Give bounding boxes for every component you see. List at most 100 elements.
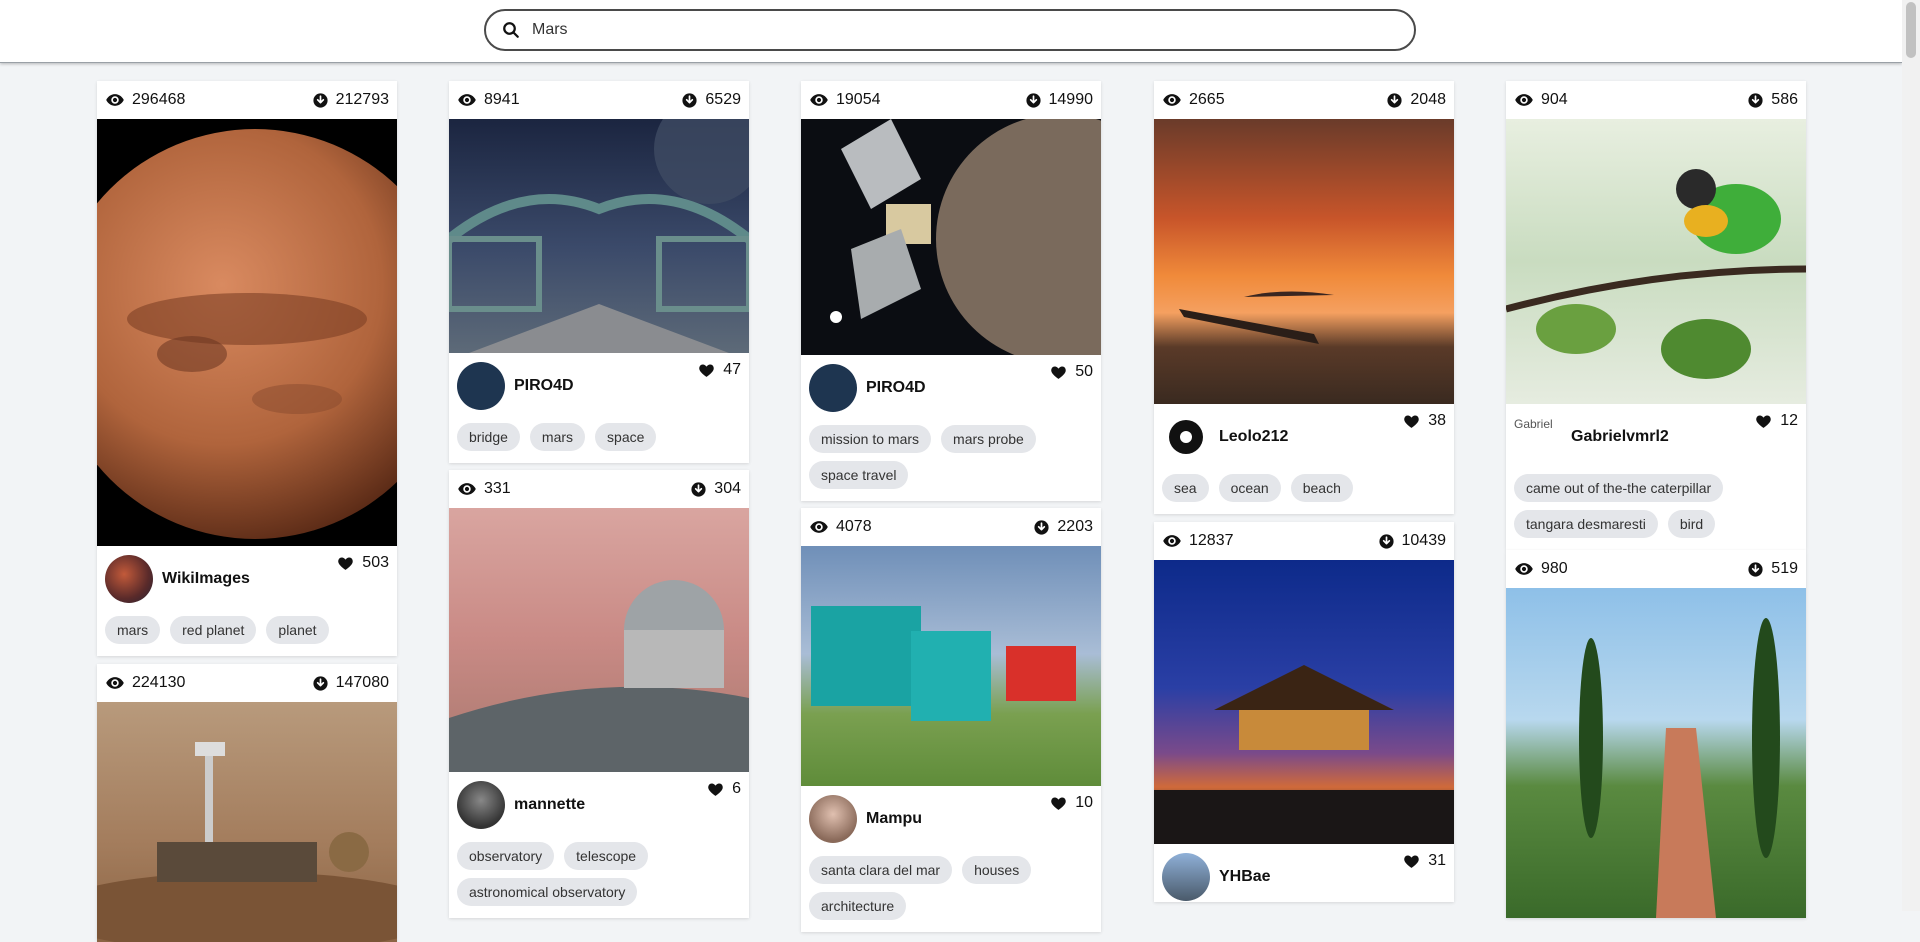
search-icon [503,22,519,38]
view-count: 296468 [132,91,186,108]
search-bar[interactable] [484,9,1416,51]
heart-icon [1755,413,1772,430]
likes[interactable]: 50 [1050,363,1093,381]
author-name[interactable]: YHBae [1219,868,1271,886]
author-name[interactable]: Mampu [866,810,922,828]
tag-list: bridge mars space [457,411,741,463]
card-image[interactable] [449,119,749,353]
tag[interactable]: space travel [809,461,909,489]
card-image[interactable] [449,508,749,772]
tag[interactable]: bird [1667,510,1716,538]
download-count: 2203 [1057,518,1093,535]
likes[interactable]: 12 [1755,412,1798,430]
likes[interactable]: 38 [1403,412,1446,430]
like-count: 31 [1428,852,1446,869]
image-card[interactable]: 8941 6529 PIRO4D 47 bridge mars space [449,81,749,463]
bird-image [1506,169,1806,379]
avatar [809,795,857,843]
tag[interactable]: sea [1162,474,1209,502]
card-image[interactable] [1506,119,1806,404]
sunset-pier-image [1179,291,1334,344]
tag[interactable]: mars [105,616,161,644]
author-name[interactable]: Leolo212 [1219,428,1288,446]
like-count: 38 [1428,412,1446,429]
author-name[interactable]: mannette [514,796,585,814]
author-name[interactable]: WikiImages [162,570,250,588]
tag[interactable]: space [595,423,657,451]
tag[interactable]: santa clara del mar [809,856,953,884]
tag[interactable]: beach [1290,474,1353,502]
tag[interactable]: telescope [564,842,649,870]
tag[interactable]: astronomical observatory [457,878,638,906]
avatar [1162,413,1210,461]
card-stats: 224130 147080 [97,664,397,702]
card-meta: YHBae 31 [1154,844,1454,902]
eye-icon [809,517,829,537]
eye-icon [457,90,477,110]
tag[interactable]: planet [266,616,329,644]
like-count: 12 [1780,412,1798,429]
image-card[interactable]: 980 519 [1506,550,1806,918]
card-image[interactable] [97,702,397,942]
card-image[interactable] [1154,119,1454,404]
tag[interactable]: mission to mars [809,425,932,453]
tag[interactable]: tangara desmaresti [1514,510,1658,538]
likes[interactable]: 503 [337,554,389,572]
tag[interactable]: ocean [1218,474,1281,502]
card-meta: mannette 6 observatory telescope astrono… [449,772,749,918]
download-icon [1378,533,1395,550]
card-image[interactable] [97,119,397,546]
tag[interactable]: houses [962,856,1032,884]
likes[interactable]: 47 [698,361,741,379]
houses-image [811,606,1076,721]
eye-icon [1514,90,1534,110]
image-card[interactable]: 2665 2048 Leolo212 38 sea ocean beach [1154,81,1454,514]
card-meta: PIRO4D 47 bridge mars space [449,353,749,463]
tag[interactable]: mars [529,423,586,451]
tag[interactable]: observatory [457,842,555,870]
card-stats: 904 586 [1506,81,1806,119]
download-count: 147080 [335,674,389,691]
image-card[interactable]: 224130 147080 [97,664,397,942]
eye-icon [1162,531,1182,551]
likes[interactable]: 31 [1403,852,1446,870]
author[interactable]: mannette [457,780,741,830]
tag[interactable]: bridge [457,423,520,451]
likes[interactable]: 10 [1050,794,1093,812]
tag[interactable]: mars probe [941,425,1036,453]
eye-icon [1162,90,1182,110]
author-name[interactable]: Gabrielvmrl2 [1571,428,1669,446]
tag[interactable]: came out of the-the caterpillar [1514,474,1724,502]
mars-rover-image [97,742,397,942]
search-input[interactable] [530,20,1384,40]
tag-list: mission to mars mars probe space travel [809,413,1093,501]
observatory-image [449,580,749,772]
likes[interactable]: 6 [707,780,741,798]
image-card[interactable]: 296468 212793 WikiImages 503 mars red pl… [97,81,397,656]
card-image[interactable] [801,546,1101,786]
mars-planet-image [97,129,397,539]
download-icon [681,92,698,109]
scrollbar-thumb[interactable] [1906,2,1916,58]
author-name[interactable]: PIRO4D [866,379,926,397]
download-icon [1386,92,1403,109]
image-card[interactable]: 19054 14990 PIRO4D 50 mission to mars ma… [801,81,1101,501]
download-count: 304 [714,480,741,497]
view-count: 331 [484,480,511,497]
image-card[interactable]: 331 304 mannette 6 observatory telescope… [449,470,749,918]
view-count: 980 [1541,560,1568,577]
card-image[interactable] [1506,588,1806,918]
image-card[interactable]: 12837 10439 YHBae 31 [1154,522,1454,902]
scrollbar[interactable] [1902,0,1920,911]
tag-list: mars red planet planet [105,604,389,656]
image-card[interactable]: 4078 2203 Mampu 10 santa clara del mar h… [801,508,1101,932]
image-card[interactable]: 904 586 Gabriel Gabrielvmrl2 12 came out… [1506,81,1806,550]
download-icon [1025,92,1042,109]
card-image[interactable] [1154,560,1454,844]
card-image[interactable] [801,119,1101,355]
tag[interactable]: architecture [809,892,907,920]
download-count: 519 [1771,560,1798,577]
tag[interactable]: red planet [170,616,257,644]
author-name[interactable]: PIRO4D [514,377,574,395]
eye-icon [105,90,125,110]
